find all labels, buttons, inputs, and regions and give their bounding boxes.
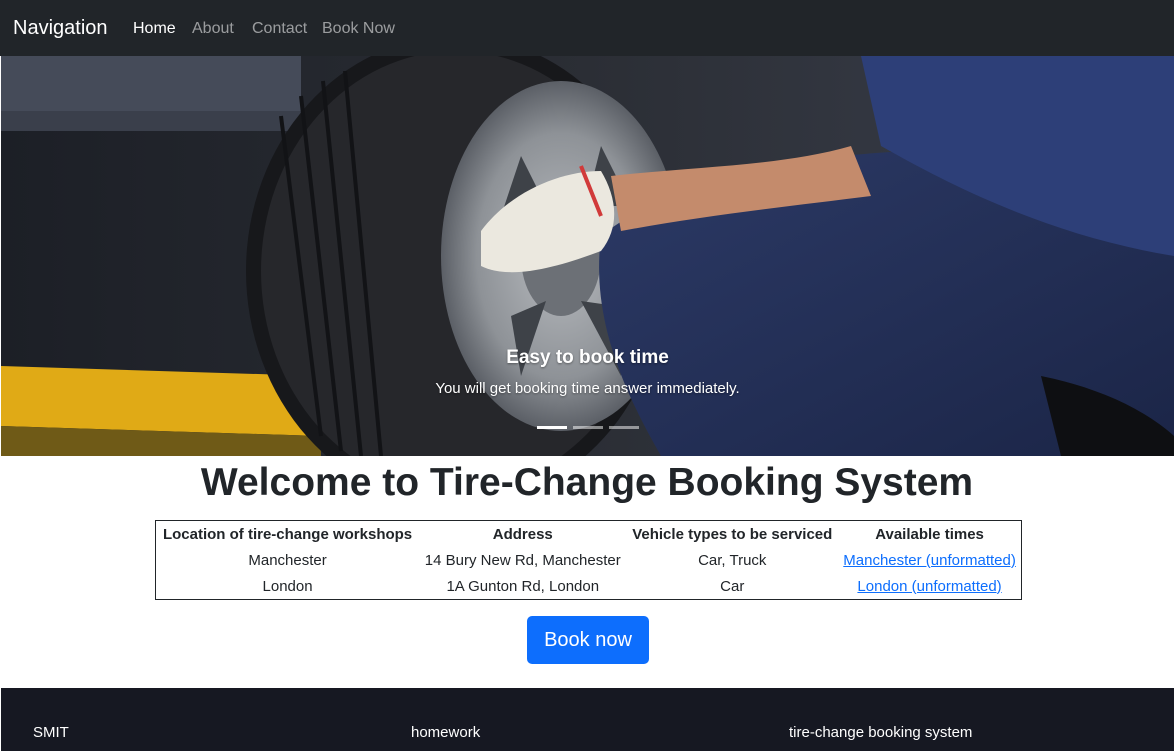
table-header-row: Location of tire-change workshops Addres… — [156, 521, 1021, 547]
nav-link-home[interactable]: Home — [133, 19, 176, 39]
footer: SMIT homework tire-change booking system — [1, 688, 1174, 751]
carousel-caption-title: Easy to book time — [506, 347, 669, 368]
footer-item-homework: homework — [411, 724, 481, 741]
column-header-address: Address — [492, 525, 553, 543]
location-cell: Manchester — [248, 551, 327, 569]
carousel-indicator-1[interactable] — [537, 426, 567, 429]
carousel-indicator-2[interactable] — [573, 426, 603, 429]
address-cell: 14 Bury New Rd, Manchester — [424, 551, 621, 569]
page-title: Welcome to Tire-Change Booking System — [200, 461, 974, 504]
column-header-vehicle-types: Vehicle types to be serviced — [632, 525, 833, 543]
available-times-link-london[interactable]: London (unformatted) — [857, 578, 1001, 595]
nav-link-about[interactable]: About — [192, 19, 234, 39]
hero-carousel[interactable]: Easy to book time You will get booking t… — [1, 56, 1174, 456]
workshops-table: Location of tire-change workshops Addres… — [155, 520, 1022, 600]
nav-link-book-now[interactable]: Book Now — [322, 19, 395, 39]
carousel-indicator-3[interactable] — [609, 426, 639, 429]
column-header-location: Location of tire-change workshops — [162, 525, 413, 543]
navbar: Navigation Home About Contact Book Now — [0, 0, 1174, 56]
available-times-link-manchester[interactable]: Manchester (unformatted) — [843, 552, 1016, 569]
navbar-brand[interactable]: Navigation — [13, 15, 108, 41]
location-cell: London — [262, 577, 313, 595]
footer-item-system: tire-change booking system — [789, 724, 973, 741]
address-cell: 1A Gunton Rd, London — [446, 577, 600, 595]
available-times-cell: Manchester (unformatted) — [838, 547, 1021, 573]
book-now-button[interactable]: Book now — [527, 616, 649, 664]
footer-item-smit: SMIT — [33, 724, 69, 741]
nav-link-contact[interactable]: Contact — [252, 19, 307, 39]
vehicle-types-cell: Car, Truck — [698, 551, 767, 569]
table-row: Manchester 14 Bury New Rd, Manchester Ca… — [156, 547, 1021, 573]
available-times-cell: London (unformatted) — [838, 573, 1021, 599]
carousel-caption-text: You will get booking time answer immedia… — [435, 380, 740, 397]
vehicle-types-cell: Car — [720, 577, 745, 595]
table-row: London 1A Gunton Rd, London Car London (… — [156, 573, 1021, 599]
column-header-available-times: Available times — [875, 525, 984, 543]
